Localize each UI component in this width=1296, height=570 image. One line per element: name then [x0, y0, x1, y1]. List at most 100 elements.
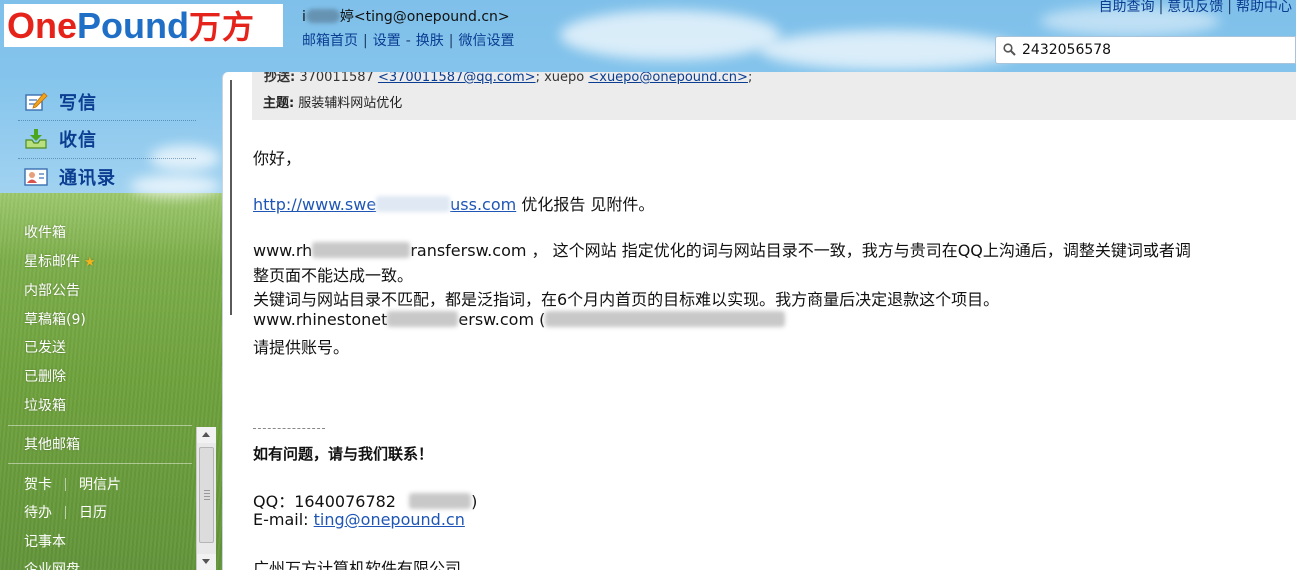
arrow-up-icon [202, 432, 210, 437]
sidebar: 写信 收信 通讯录 收件箱 星标邮件 ★ 内部公告 草稿箱(9) 已发送 已删除 … [0, 75, 222, 570]
cc-line: 抄送: 370011587 <370011587@qq.com>; xuepo … [264, 72, 752, 85]
onepound-logo[interactable]: OnePound万方 [4, 4, 283, 47]
qq-close-paren: ) [471, 492, 478, 511]
scroll-down-button[interactable] [197, 554, 216, 570]
subject-label: 主题: [263, 96, 295, 111]
email-label: E-mail: [253, 510, 314, 529]
nav-wechat-settings[interactable]: 微信设置 [459, 33, 515, 49]
tool-netdisk[interactable]: 企业网盘 [24, 559, 80, 570]
cloud-decoration [760, 30, 1020, 70]
qq-number: QQ：1640076782 [253, 492, 396, 511]
body-line-5: www.rhinestonet ersw.com ( [253, 310, 786, 329]
receive-mail-label: 收信 [59, 130, 97, 151]
signature-divider [253, 428, 325, 429]
site-domain-2-start: www.rhinestonet [253, 310, 388, 329]
link-feedback[interactable]: 意见反馈 [1167, 0, 1223, 15]
website-link-end: uss.com [450, 195, 517, 214]
signature-company: 广州万方计算机软件有限公司 [253, 559, 462, 570]
arrow-down-icon [202, 559, 210, 564]
cloud-decoration [560, 10, 780, 60]
site-domain-2-end: ersw.com [458, 310, 535, 329]
user-name-suffix: 婷<ting@onepound.cn> [339, 9, 510, 25]
contacts-icon [24, 168, 48, 186]
logo-wanfang: 万方 [189, 8, 256, 46]
subject-text: 服装辅料网站优化 [298, 96, 403, 111]
redacted-text [376, 196, 451, 212]
compose-label: 写信 [59, 93, 97, 114]
search-input[interactable] [1022, 40, 1292, 60]
folder-announcements[interactable]: 内部公告 [24, 280, 80, 300]
quote-bar [230, 80, 232, 315]
folder-starred-label: 星标邮件 [24, 254, 80, 270]
nav-change-skin[interactable]: 换肤 [416, 33, 444, 49]
cc-label: 抄送: [264, 72, 296, 85]
folder-inbox[interactable]: 收件箱 [24, 222, 66, 242]
body-line-site: www.rh ransfersw.com ， 这个网站 指定优化的词与网站目录不一… [253, 237, 1191, 261]
cc-name: 370011587 [299, 72, 374, 85]
nav-mail-home[interactable]: 邮箱首页 [302, 33, 358, 49]
search-icon[interactable] [1003, 43, 1016, 56]
divider [18, 120, 196, 121]
tool-greeting-card[interactable]: 贺卡 [24, 477, 52, 493]
redacted-text [545, 311, 786, 327]
star-icon: ★ [84, 255, 96, 270]
compose-button[interactable]: 写信 [24, 89, 97, 115]
contacts-button[interactable]: 通讯录 [24, 164, 116, 190]
sidebar-scrollbar[interactable] [196, 427, 216, 570]
body-line-4: 关键词与网站目录不匹配，都是泛指词，在6个月内首页的目标难以实现。我方商量后决定… [253, 290, 1000, 309]
divider [8, 463, 192, 464]
site-domain-start: www.rh [253, 241, 313, 260]
folder-starred[interactable]: 星标邮件 ★ [24, 251, 96, 271]
redacted-name [305, 9, 340, 23]
site-domain-rest: ransfersw.com ， 这个网站 指定优化的词与网站目录不一致，我方与贵… [410, 241, 1191, 260]
receive-mail-button[interactable]: 收信 [24, 126, 97, 152]
current-user: i 婷<ting@onepound.cn> [302, 6, 510, 26]
mail-reading-pane: 抄送: 370011587 <370011587@qq.com>; xuepo … [222, 72, 1296, 570]
compose-icon [25, 92, 48, 111]
top-nav: 邮箱首页 | 设置 - 换肤 | 微信设置 [302, 33, 515, 49]
tool-calendar[interactable]: 日历 [79, 505, 107, 521]
cc-email-link[interactable]: <370011587@qq.com> [378, 72, 536, 85]
cc-email-link-2[interactable]: <xuepo@onepound.cn> [588, 72, 748, 85]
logo-pound: Pound [77, 5, 189, 46]
folder-spam[interactable]: 垃圾箱 [24, 395, 66, 415]
body-line-6: 请提供账号。 [253, 338, 350, 357]
link-self-service[interactable]: 自助查询 [1099, 0, 1155, 15]
signature-title: 如有问题，请与我们联系！ [253, 445, 434, 463]
folder-sent[interactable]: 已发送 [24, 337, 66, 357]
greeting: 你好， [253, 149, 302, 168]
mail-header-box: 抄送: 370011587 <370011587@qq.com>; xuepo … [252, 72, 1296, 120]
help-links: 自助查询 | 意见反馈 | 帮助中心 [1098, 0, 1292, 15]
cloud-decoration [130, 175, 220, 197]
redacted-text [387, 311, 459, 327]
tool-notepad[interactable]: 记事本 [24, 531, 66, 551]
folder-deleted[interactable]: 已删除 [24, 366, 66, 386]
contacts-label: 通讯录 [59, 168, 116, 189]
scroll-up-button[interactable] [197, 427, 216, 443]
signature-qq: QQ：1640076782 ) [253, 488, 477, 512]
link-help-center[interactable]: 帮助中心 [1236, 0, 1292, 15]
search-box [995, 36, 1296, 64]
redacted-text [409, 493, 472, 509]
website-link-start: http://www.swe [253, 195, 377, 214]
other-mailboxes[interactable]: 其他邮箱 [24, 434, 80, 454]
scroll-thumb[interactable] [199, 447, 214, 543]
tool-postcard[interactable]: 明信片 [79, 477, 121, 493]
tools-row-cards: 贺卡 明信片 [24, 474, 121, 494]
cc-separator: ; [747, 72, 753, 85]
tools-row-todo: 待办 日历 [24, 502, 107, 522]
body-line-3: 整页面不能达成一致。 [253, 266, 414, 285]
divider [8, 425, 192, 426]
subject-line: 主题: 服装辅料网站优化 [263, 92, 402, 111]
website-link[interactable]: http://www.swe uss.com [253, 195, 516, 214]
top-header: OnePound万方 i 婷<ting@onepound.cn> 邮箱首页 | 设置 -… [0, 0, 1296, 75]
signature-email: E-mail: ting@onepound.cn [253, 510, 465, 529]
report-line: http://www.swe uss.com 优化报告 见附件。 [253, 191, 654, 215]
tool-todo[interactable]: 待办 [24, 505, 52, 521]
redacted-text [312, 242, 411, 258]
cc-name-2: ; xuepo [535, 72, 585, 85]
folder-drafts[interactable]: 草稿箱(9) [24, 309, 86, 329]
divider [18, 158, 196, 159]
nav-settings[interactable]: 设置 [373, 33, 401, 49]
signature-email-link[interactable]: ting@onepound.cn [314, 510, 465, 529]
